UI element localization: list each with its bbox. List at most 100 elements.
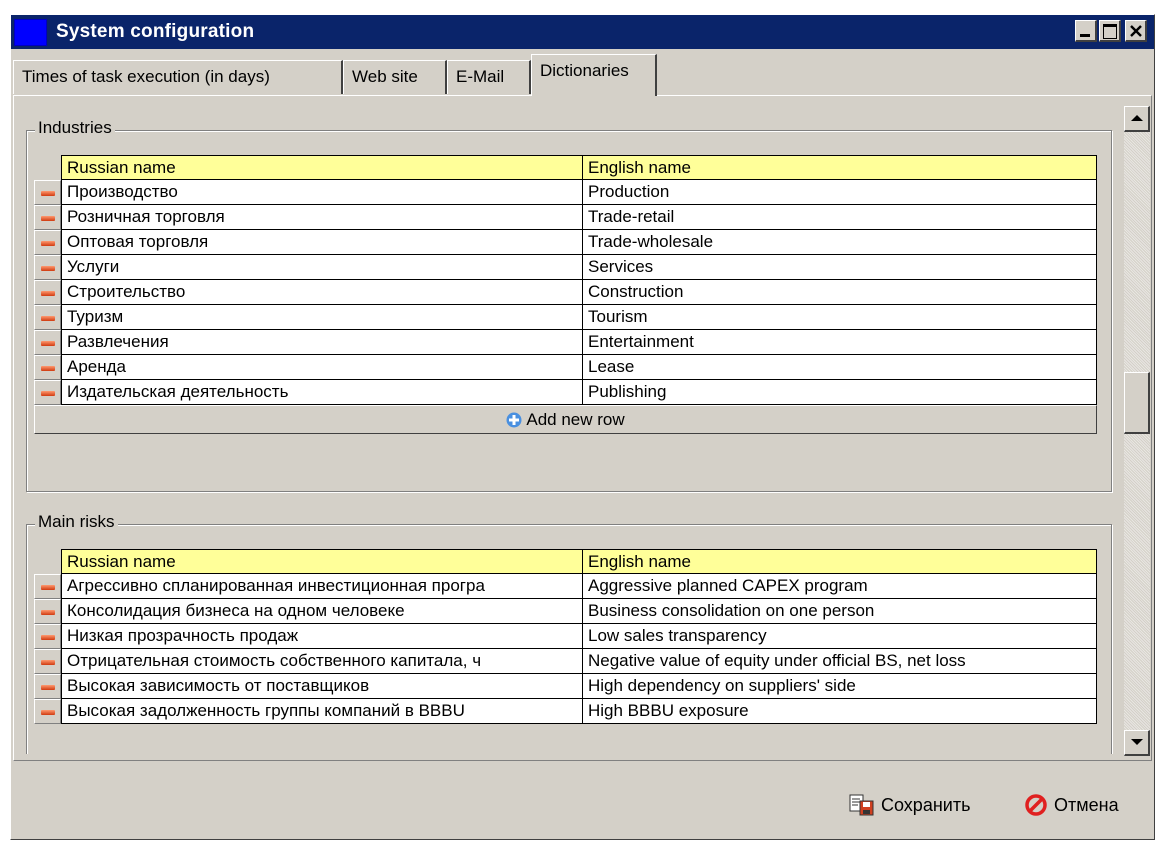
delete-row-button[interactable] (34, 230, 61, 255)
minus-icon (41, 316, 55, 321)
header-indicator (34, 549, 61, 574)
english-name-cell[interactable]: Tourism (583, 305, 1097, 330)
delete-row-button[interactable] (34, 699, 61, 724)
save-label: Сохранить (881, 795, 971, 815)
grid-header-row: Russian name English name (34, 549, 1097, 574)
english-name-cell[interactable]: Entertainment (583, 330, 1097, 355)
table-row: Высокая зависимость от поставщиков High … (34, 674, 1097, 699)
scroll-down-button[interactable] (1124, 730, 1150, 756)
russian-name-cell[interactable]: Развлечения (61, 330, 583, 355)
minus-icon (41, 635, 55, 640)
russian-name-cell[interactable]: Агрессивно спланированная инвестиционная… (61, 574, 583, 599)
window-title: System configuration (56, 21, 255, 42)
delete-row-button[interactable] (34, 649, 61, 674)
delete-row-button[interactable] (34, 330, 61, 355)
table-row: Агрессивно спланированная инвестиционная… (34, 574, 1097, 599)
minus-icon (41, 216, 55, 221)
grid-header-row: Russian name English name (34, 155, 1097, 180)
russian-name-cell[interactable]: Розничная торговля (61, 205, 583, 230)
cancel-button[interactable]: Отмена (1024, 791, 1119, 821)
table-row: Высокая задолженность группы компаний в … (34, 699, 1097, 724)
table-row: Туризм Tourism (34, 305, 1097, 330)
minus-icon (41, 585, 55, 590)
minus-icon (41, 660, 55, 665)
main-risks-group-title: Main risks (35, 512, 118, 532)
close-icon (1130, 25, 1142, 37)
vertical-scrollbar[interactable] (1124, 106, 1150, 756)
delete-row-button[interactable] (34, 255, 61, 280)
system-configuration-window: System configuration Times of task execu… (10, 14, 1155, 840)
main-risks-group: Main risks Russian name English name Агр… (26, 512, 1112, 754)
english-name-cell[interactable]: Services (583, 255, 1097, 280)
industries-grid: Russian name English name Производство P… (34, 155, 1097, 405)
column-header-english-name[interactable]: English name (583, 155, 1097, 180)
tab-dictionaries[interactable]: Dictionaries (531, 54, 657, 96)
english-name-cell[interactable]: Aggressive planned CAPEX program (583, 574, 1097, 599)
column-header-russian-name[interactable]: Russian name (61, 155, 583, 180)
delete-row-button[interactable] (34, 599, 61, 624)
english-name-cell[interactable]: Low sales transparency (583, 624, 1097, 649)
delete-row-button[interactable] (34, 180, 61, 205)
delete-row-button[interactable] (34, 355, 61, 380)
cancel-label: Отмена (1054, 795, 1119, 815)
column-header-russian-name[interactable]: Russian name (61, 549, 583, 574)
russian-name-cell[interactable]: Консолидация бизнеса на одном человеке (61, 599, 583, 624)
delete-row-button[interactable] (34, 574, 61, 599)
english-name-cell[interactable]: Lease (583, 355, 1097, 380)
english-name-cell[interactable]: Business consolidation on one person (583, 599, 1097, 624)
title-bar[interactable]: System configuration (11, 15, 1154, 49)
russian-name-cell[interactable]: Высокая зависимость от поставщиков (61, 674, 583, 699)
russian-name-cell[interactable]: Издательская деятельность (61, 380, 583, 405)
save-icon (849, 794, 874, 816)
minus-icon (41, 266, 55, 271)
delete-row-button[interactable] (34, 280, 61, 305)
delete-row-button[interactable] (34, 305, 61, 330)
russian-name-cell[interactable]: Отрицательная стоимость собственного кап… (61, 649, 583, 674)
maximize-button[interactable] (1099, 20, 1121, 42)
russian-name-cell[interactable]: Строительство (61, 280, 583, 305)
delete-row-button[interactable] (34, 624, 61, 649)
minus-icon (41, 685, 55, 690)
tab-email[interactable]: E-Mail (447, 60, 531, 94)
scroll-up-button[interactable] (1124, 106, 1150, 132)
column-header-english-name[interactable]: English name (583, 549, 1097, 574)
russian-name-cell[interactable]: Услуги (61, 255, 583, 280)
table-row: Аренда Lease (34, 355, 1097, 380)
delete-row-button[interactable] (34, 380, 61, 405)
minus-icon (41, 191, 55, 196)
header-indicator (34, 155, 61, 180)
add-new-row-button[interactable]: Add new row (34, 405, 1097, 434)
english-name-cell[interactable]: Negative value of equity under official … (583, 649, 1097, 674)
industries-group-title: Industries (35, 118, 115, 138)
english-name-cell[interactable]: High dependency on suppliers' side (583, 674, 1097, 699)
industries-group: Industries Russian name English name Про… (26, 118, 1112, 492)
russian-name-cell[interactable]: Туризм (61, 305, 583, 330)
minus-icon (41, 710, 55, 715)
minimize-button[interactable] (1075, 20, 1097, 42)
save-button[interactable]: Сохранить (849, 791, 970, 821)
russian-name-cell[interactable]: Оптовая торговля (61, 230, 583, 255)
app-icon (14, 19, 47, 46)
english-name-cell[interactable]: High BBBU exposure (583, 699, 1097, 724)
russian-name-cell[interactable]: Высокая задолженность группы компаний в … (61, 699, 583, 724)
english-name-cell[interactable]: Trade-wholesale (583, 230, 1097, 255)
table-row: Строительство Construction (34, 280, 1097, 305)
tab-times-of-task-execution[interactable]: Times of task execution (in days) (13, 60, 343, 94)
table-row: Издательская деятельность Publishing (34, 380, 1097, 405)
english-name-cell[interactable]: Construction (583, 280, 1097, 305)
russian-name-cell[interactable]: Аренда (61, 355, 583, 380)
english-name-cell[interactable]: Publishing (583, 380, 1097, 405)
tab-web-site[interactable]: Web site (343, 60, 447, 94)
table-row: Розничная торговля Trade-retail (34, 205, 1097, 230)
english-name-cell[interactable]: Production (583, 180, 1097, 205)
delete-row-button[interactable] (34, 674, 61, 699)
russian-name-cell[interactable]: Низкая прозрачность продаж (61, 624, 583, 649)
close-button[interactable] (1125, 20, 1147, 42)
table-row: Производство Production (34, 180, 1097, 205)
delete-row-button[interactable] (34, 205, 61, 230)
english-name-cell[interactable]: Trade-retail (583, 205, 1097, 230)
russian-name-cell[interactable]: Производство (61, 180, 583, 205)
arrow-up-icon (1131, 115, 1143, 121)
minus-icon (41, 366, 55, 371)
scrollbar-thumb[interactable] (1124, 372, 1150, 434)
